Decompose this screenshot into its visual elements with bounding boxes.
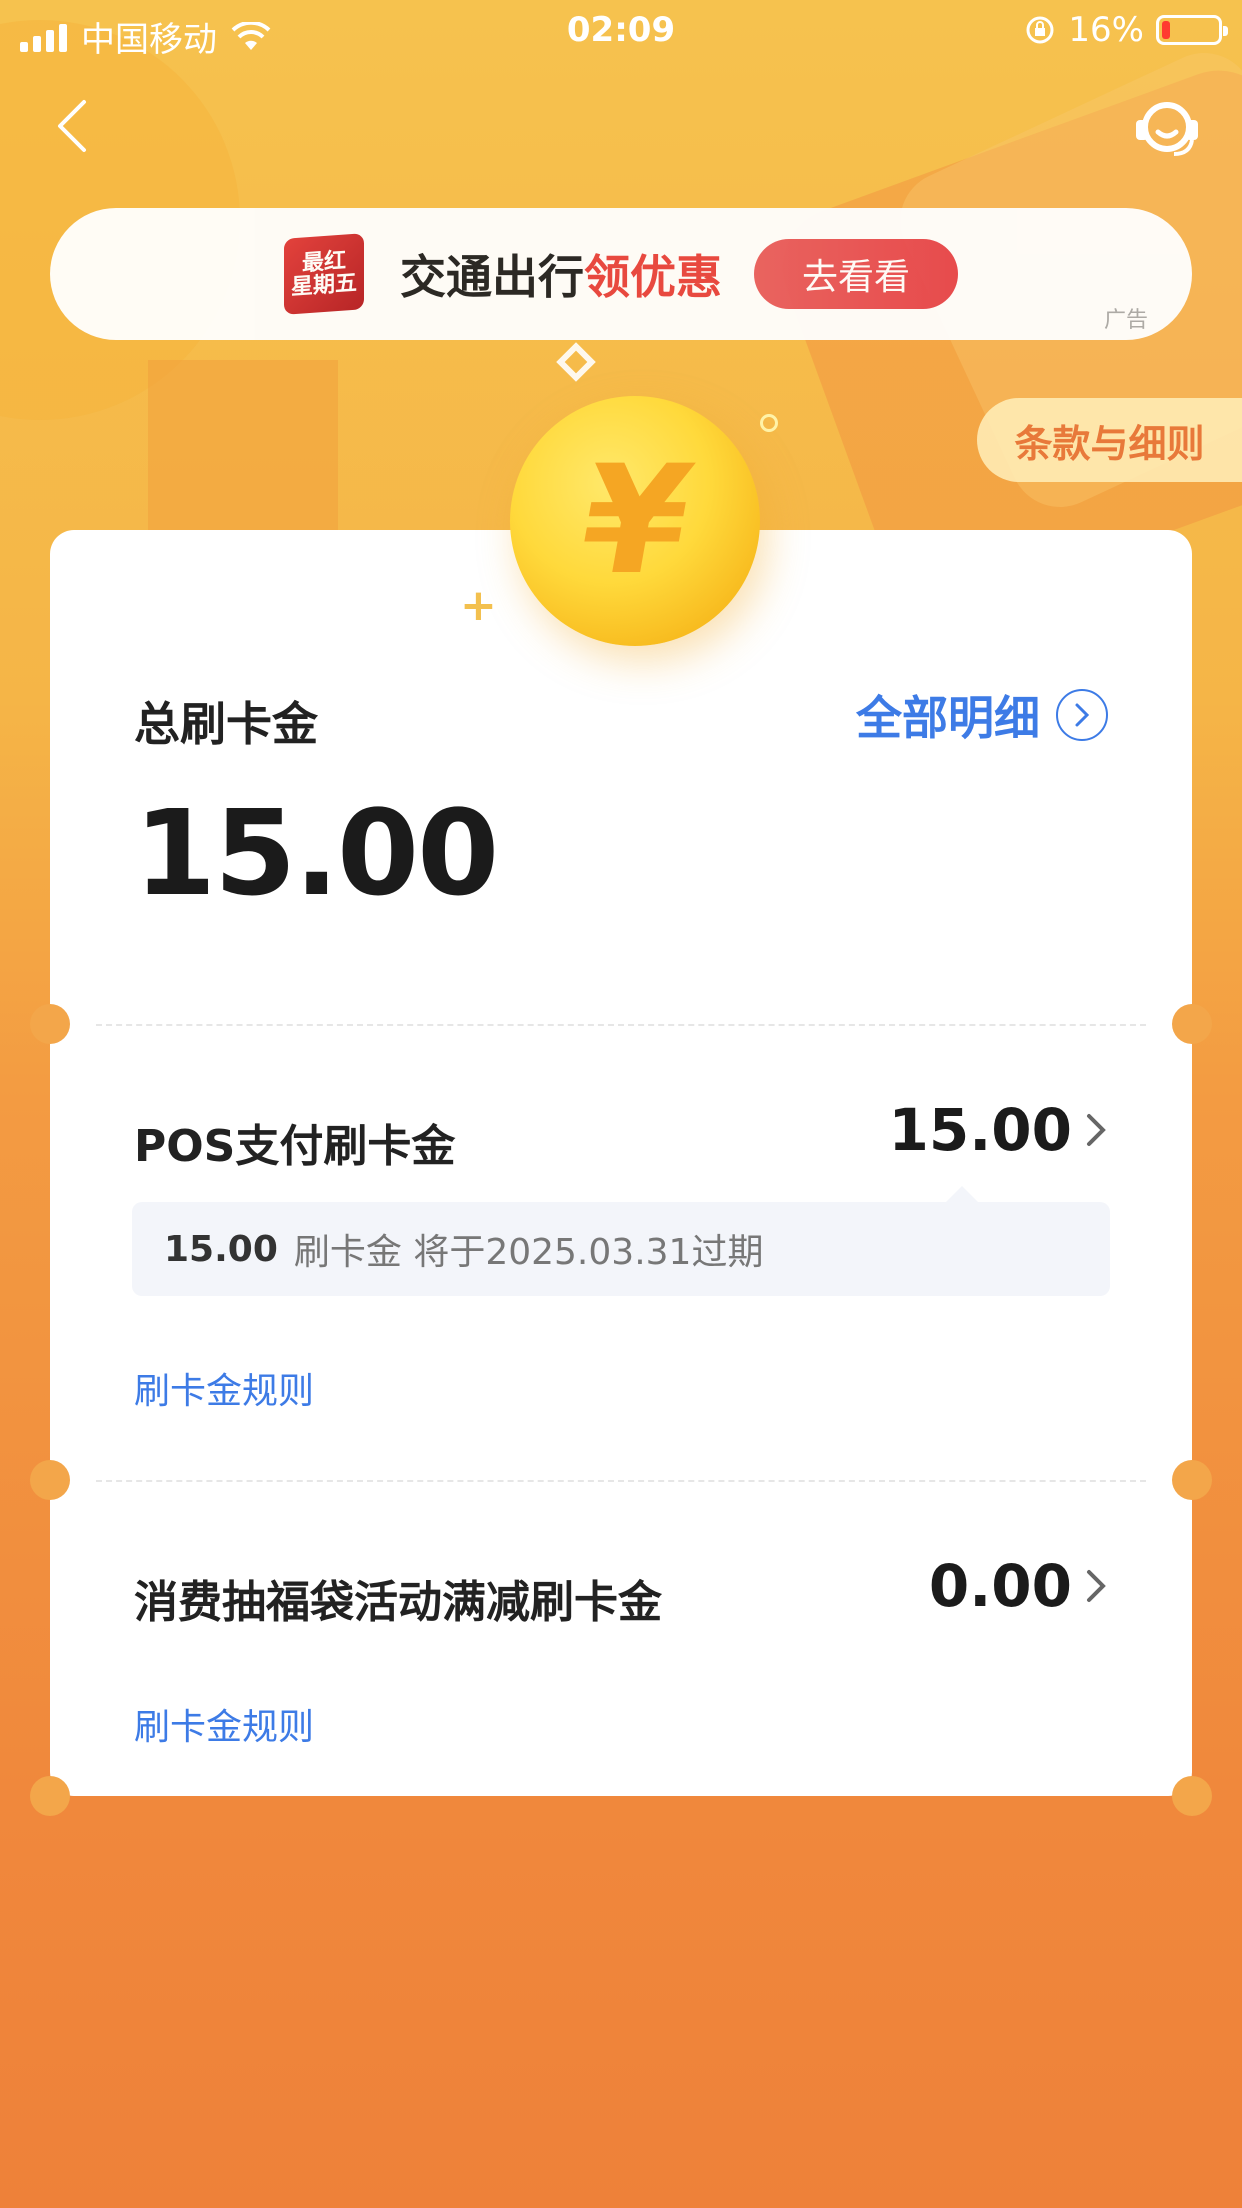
- balance-card: 总刷卡金 全部明细 15.00 POS支付刷卡金 15.00 15.00 刷卡金…: [30, 530, 1212, 1816]
- ad-text: 交通出行领优惠: [400, 241, 722, 307]
- chevron-right-icon: [1087, 1114, 1106, 1146]
- card-notch: [30, 1460, 70, 1500]
- ad-text-highlight: 领优惠: [584, 250, 722, 304]
- terms-button[interactable]: 条款与细则: [977, 398, 1242, 482]
- customer-service-button[interactable]: [1132, 92, 1202, 162]
- back-button[interactable]: [52, 96, 92, 156]
- total-amount: 15.00: [134, 784, 499, 922]
- expire-amount: 15.00: [164, 1228, 278, 1270]
- lucky-bag-credit-amount: 0.00: [928, 1552, 1072, 1620]
- pos-credit-value[interactable]: 15.00: [889, 1096, 1108, 1164]
- ad-go-button[interactable]: 去看看: [754, 239, 958, 309]
- sparkle-decoration: [760, 414, 778, 432]
- pos-credit-amount: 15.00: [888, 1096, 1072, 1164]
- card-notch: [1172, 1460, 1212, 1500]
- battery-icon: [1156, 15, 1228, 45]
- pos-credit-label: POS支付刷卡金: [134, 1121, 456, 1172]
- status-bar: 中国移动 02:09 16%: [0, 0, 1242, 64]
- card-notch: [30, 1776, 70, 1816]
- ad-logo-text: 星期五: [290, 270, 357, 301]
- lucky-bag-credit-value[interactable]: 0.00: [929, 1552, 1108, 1620]
- ad-logo: 最红 星期五: [284, 233, 364, 315]
- headset-icon: [1136, 102, 1198, 156]
- status-right: 16%: [1024, 10, 1228, 50]
- total-label: 总刷卡金: [134, 697, 318, 751]
- expire-text: 刷卡金 将于2025.03.31过期: [293, 1232, 764, 1273]
- ad-text-main: 交通出行: [400, 250, 584, 304]
- yen-coin-icon: ¥: [510, 396, 760, 646]
- credit-rules-link[interactable]: 刷卡金规则: [134, 1698, 314, 1750]
- lucky-bag-credit-label: 消费抽福袋活动满减刷卡金: [134, 1577, 662, 1628]
- credit-rules-link[interactable]: 刷卡金规则: [134, 1362, 314, 1414]
- rotation-lock-icon: [1026, 16, 1054, 44]
- decor-rectangle: [148, 360, 338, 530]
- ad-banner[interactable]: 最红 星期五 交通出行领优惠 去看看 广告: [50, 208, 1192, 340]
- expire-notice: 15.00 刷卡金 将于2025.03.31过期: [132, 1186, 1110, 1296]
- all-details-link[interactable]: 全部明细: [856, 682, 1108, 748]
- dashed-divider: [96, 1480, 1146, 1482]
- chevron-right-icon: [1087, 1570, 1106, 1602]
- chevron-left-icon: [58, 100, 86, 152]
- card-notch: [1172, 1004, 1212, 1044]
- battery-percent: 16%: [1068, 10, 1144, 50]
- ad-tag: 广告: [1103, 308, 1148, 333]
- all-details-label: 全部明细: [856, 691, 1040, 745]
- card-notch: [30, 1004, 70, 1044]
- dashed-divider: [96, 1024, 1146, 1026]
- card-notch: [1172, 1776, 1212, 1816]
- sparkle-decoration: +: [460, 580, 497, 631]
- circle-chevron-right-icon: [1056, 689, 1108, 741]
